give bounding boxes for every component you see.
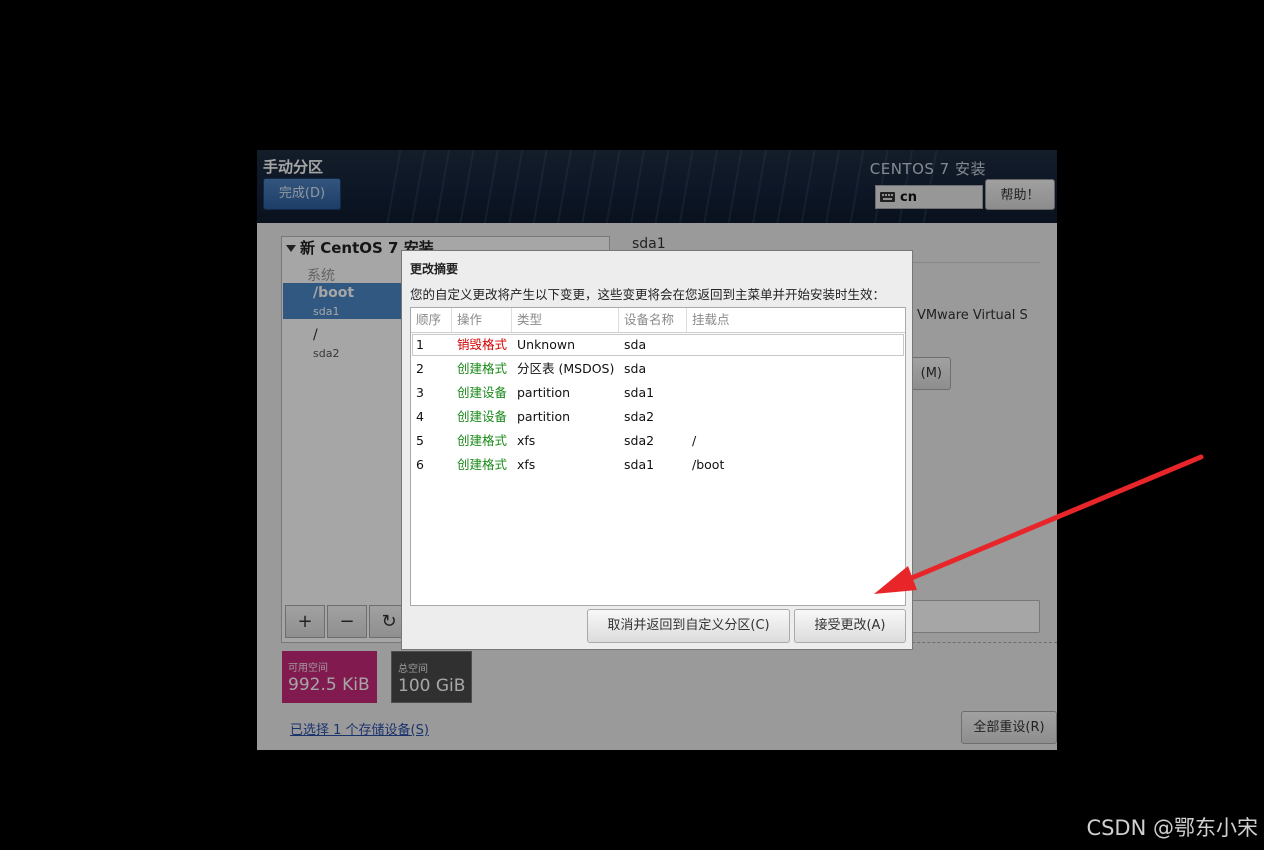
cell-order: 4 [416,409,424,424]
cell-type: 分区表 (MSDOS) [517,361,615,376]
dialog-title: 更改摘要 [410,262,459,276]
cell-action: 创建设备 [457,385,508,400]
table-row[interactable]: 6 创建格式 xfs sda1/boot [411,453,905,477]
cell-order: 1 [416,337,424,352]
cell-action: 创建格式 [457,457,508,472]
cell-device: sda2 [624,409,655,424]
table-row[interactable]: 2 创建格式 分区表 (MSDOS) sda [411,357,905,381]
cell-action: 创建格式 [457,433,508,448]
summary-of-changes-dialog: 更改摘要 您的自定义更改将产生以下变更，这些变更将会在您返回到主菜单并开始安装时… [401,250,913,650]
cell-action: 创建设备 [457,409,508,424]
cell-action: 销毁格式 [457,337,508,352]
column-header-type[interactable]: 类型 [512,308,619,332]
cell-device: sda1 [624,385,655,400]
cell-order: 6 [416,457,424,472]
changes-table: 顺序 操作 类型 设备名称 挂载点 1 销毁格式 Unknown sda 2 创建格式 分区… [410,307,906,606]
cancel-return-button[interactable]: 取消并返回到自定义分区(C) [587,609,790,643]
cell-device: sda2 [624,433,655,448]
column-header-order[interactable]: 顺序 [411,308,452,332]
cell-type: Unknown [517,337,576,352]
cell-device: sda [624,337,647,352]
column-header-mountpoint[interactable]: 挂载点 [687,308,905,332]
table-header: 顺序 操作 类型 设备名称 挂载点 [411,308,905,333]
cell-type: xfs [517,457,536,472]
table-row[interactable]: 3 创建设备 partition sda1 [411,381,905,405]
table-row[interactable]: 5 创建格式 xfs sda2 / [411,429,905,453]
column-header-action[interactable]: 操作 [452,308,512,332]
cell-order: 2 [416,361,424,376]
cell-mount: /boot [692,457,725,472]
accept-changes-button[interactable]: 接受更改(A) [794,609,906,643]
cell-type: xfs [517,433,536,448]
table-row[interactable]: 4 创建设备 partition sda2 [411,405,905,429]
cell-type: partition [517,409,571,424]
cell-mount: / [692,433,697,448]
cell-order: 3 [416,385,424,400]
watermark: CSDN @鄂东小宋 [1086,816,1258,840]
cell-type: partition [517,385,571,400]
cell-device: sda1 [624,457,655,472]
cell-device: sda [624,361,647,376]
table-row[interactable]: 1 销毁格式 Unknown sda [411,333,905,357]
column-header-device[interactable]: 设备名称 [619,308,687,332]
dialog-message: 您的自定义更改将产生以下变更，这些变更将会在您返回到主菜单并开始安装时生效： [410,287,886,302]
cell-order: 5 [416,433,424,448]
cell-action: 创建格式 [457,361,508,376]
